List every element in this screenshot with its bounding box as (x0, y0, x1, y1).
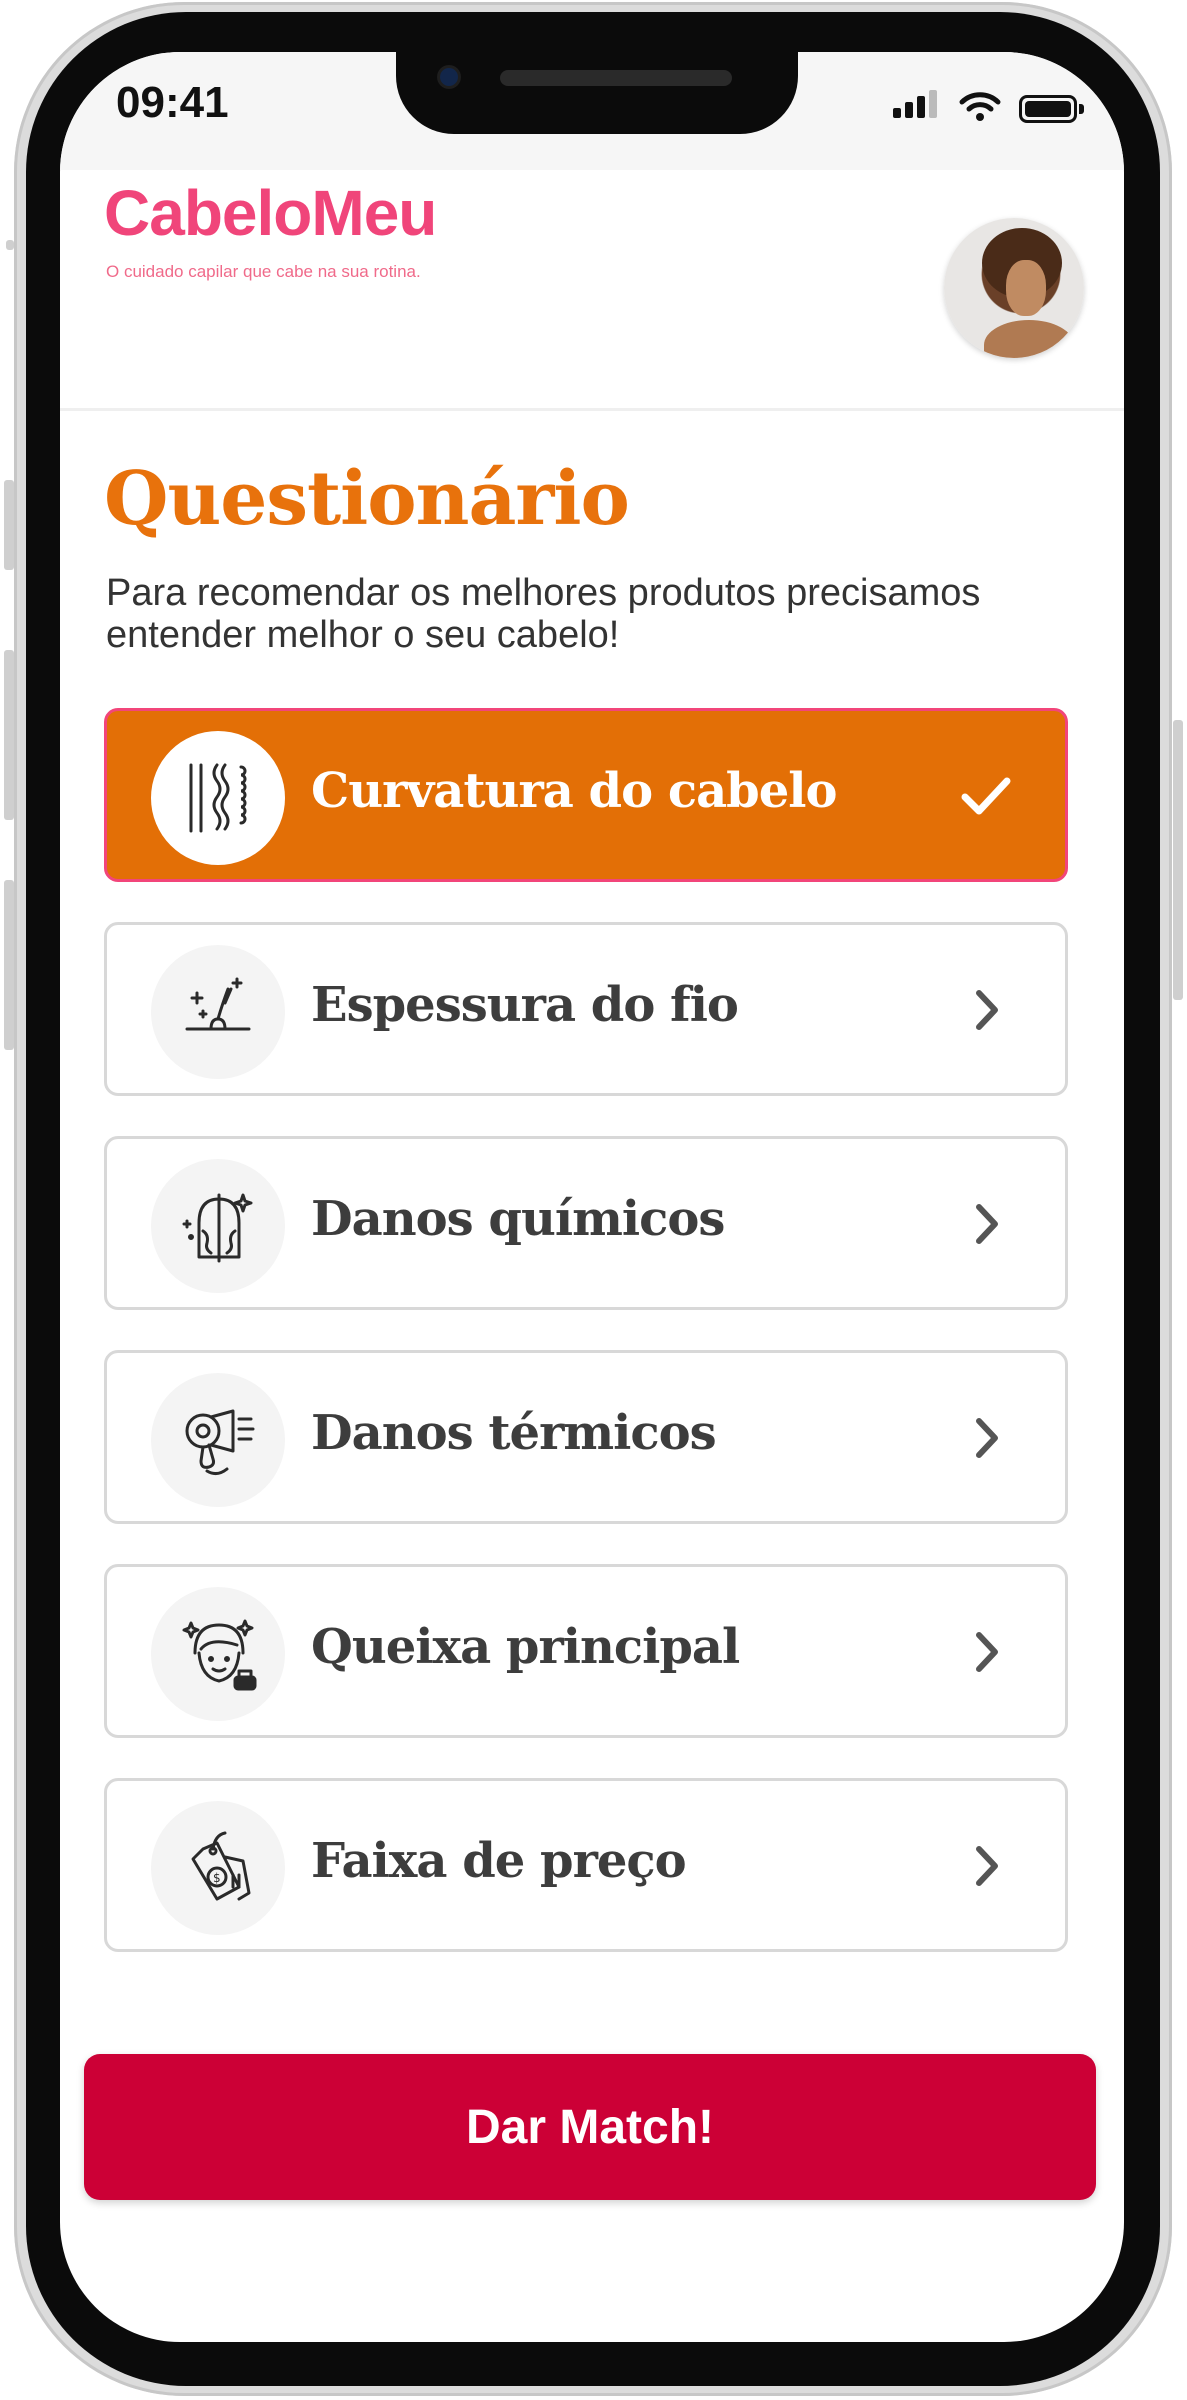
chevron-right-icon (959, 1625, 1013, 1679)
battery-icon (1019, 95, 1077, 123)
option-label: Espessura do fio (311, 977, 739, 1033)
option-label: Queixa principal (311, 1619, 740, 1675)
brand-logo[interactable]: CabeloMeu (104, 176, 437, 250)
status-bar: 09:41 (60, 52, 1124, 170)
option-card-curvatura[interactable]: Curvatura do cabelo (104, 708, 1068, 882)
check-icon (959, 769, 1013, 823)
page-title: Questionário (104, 456, 630, 542)
cellular-signal-icon (893, 90, 941, 123)
chevron-right-icon (959, 1411, 1013, 1465)
option-card-danos-termicos[interactable]: Danos térmicos (104, 1350, 1068, 1524)
side-button (4, 650, 14, 820)
head-complaint-icon (151, 1587, 285, 1721)
price-tag-icon: $ (151, 1801, 285, 1935)
brand-tagline: O cuidado capilar que cabe na sua rotina… (106, 262, 421, 281)
option-card-faixa-preco[interactable]: $ Faixa de preço (104, 1778, 1068, 1952)
user-avatar[interactable] (944, 218, 1084, 358)
app-screen: 09:41 CabeloMeu O cuidado capilar que ca… (60, 52, 1124, 2342)
option-label: Faixa de preço (311, 1833, 687, 1889)
side-button (4, 880, 14, 1050)
option-card-espessura[interactable]: Espessura do fio (104, 922, 1068, 1096)
side-button (4, 480, 14, 570)
front-camera (440, 68, 458, 86)
hair-curl-types-icon (151, 731, 285, 865)
chevron-right-icon (959, 983, 1013, 1037)
option-label: Curvatura do cabelo (311, 763, 838, 819)
chevron-right-icon (959, 1197, 1013, 1251)
chevron-right-icon (959, 1839, 1013, 1893)
side-button (1173, 720, 1183, 1000)
option-card-danos-quimicos[interactable]: Danos químicos (104, 1136, 1068, 1310)
status-icons (893, 90, 1084, 123)
option-label: Danos químicos (311, 1191, 725, 1247)
battery-tip (1079, 104, 1084, 114)
dar-match-button[interactable]: Dar Match! (84, 2054, 1096, 2200)
wifi-icon (959, 92, 1001, 121)
notch (396, 52, 798, 134)
option-card-queixa-principal[interactable]: Queixa principal (104, 1564, 1068, 1738)
speaker-grille (500, 70, 732, 86)
option-label: Danos térmicos (311, 1405, 717, 1461)
side-button (6, 240, 14, 250)
hair-strand-icon (151, 945, 285, 1079)
hair-dryer-icon (151, 1373, 285, 1507)
svg-text:$: $ (213, 1871, 221, 1885)
page-subtitle: Para recomendar os melhores produtos pre… (106, 572, 981, 656)
chemical-damage-icon (151, 1159, 285, 1293)
status-time: 09:41 (116, 78, 229, 127)
